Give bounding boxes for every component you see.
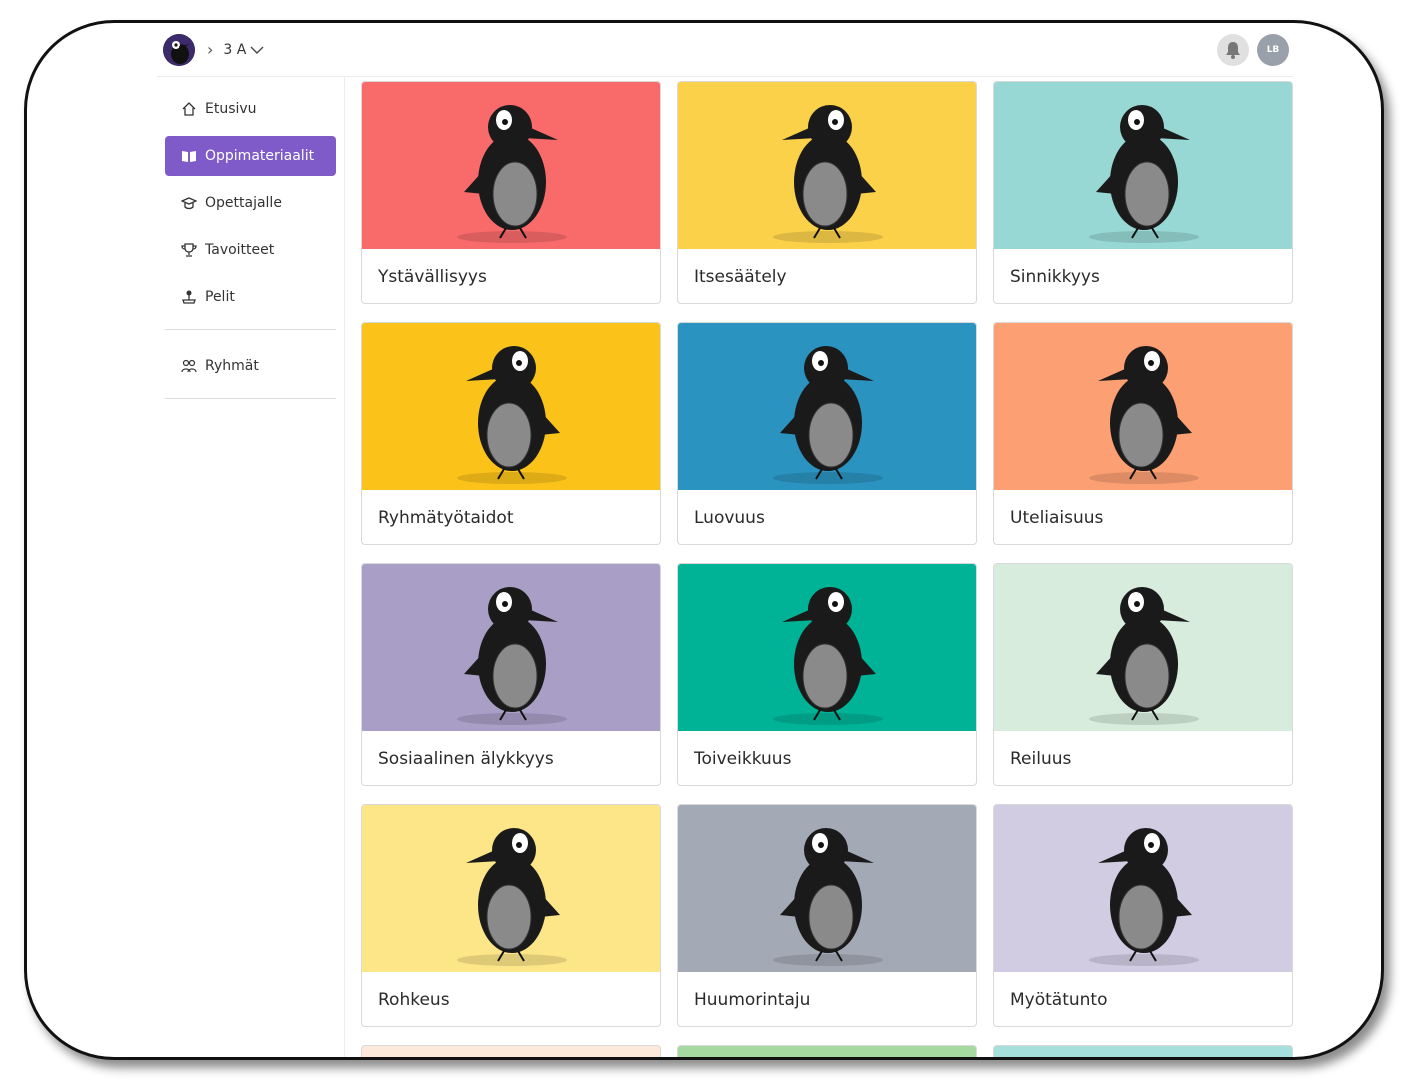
sidebar-item-pelit[interactable]: Pelit (165, 277, 336, 317)
sidebar: Etusivu Oppimateriaalit Opettajalle Tavo… (157, 77, 345, 1057)
card-title: Myötätunto (1010, 990, 1108, 1010)
sidebar-nav: Etusivu Oppimateriaalit Opettajalle Tavo… (157, 77, 344, 317)
sidebar-groups: Ryhmät (157, 346, 344, 386)
material-card[interactable]: Huumorintaju (677, 804, 977, 1027)
app-window: › 3 A LB Etusivu Oppimateriaalit Opettaj (24, 20, 1384, 1060)
card-illustration (678, 805, 976, 972)
material-card[interactable]: Luovuus (677, 322, 977, 545)
sidebar-item-ryhmat[interactable]: Ryhmät (165, 346, 336, 386)
breadcrumb-separator: › (207, 40, 214, 59)
card-title: Huumorintaju (694, 990, 811, 1010)
material-card[interactable]: Uteliaisuus (993, 322, 1293, 545)
notifications-button[interactable] (1217, 33, 1249, 66)
material-card[interactable]: Reiluus (993, 563, 1293, 786)
card-illustration (362, 564, 660, 731)
card-title: Uteliaisuus (1010, 508, 1104, 528)
crow-illustration (1089, 346, 1199, 484)
group-label: 3 A (223, 41, 247, 58)
card-illustration (994, 805, 1292, 972)
card-illustration (362, 805, 660, 972)
card-illustration (994, 82, 1292, 249)
crow-illustration (457, 346, 567, 484)
crow-illustration (457, 105, 567, 243)
card-title: Ystävällisyys (378, 267, 487, 287)
card-title: Itsesäätely (694, 267, 787, 287)
material-card-partial[interactable] (993, 1045, 1293, 1057)
card-illustration (362, 82, 660, 249)
card-title: Toiveikkuus (694, 749, 792, 769)
card-title: Sosiaalinen älykkyys (378, 749, 554, 769)
sidebar-item-label: Etusivu (205, 101, 257, 117)
material-card[interactable]: Toiveikkuus (677, 563, 977, 786)
card-illustration (678, 323, 976, 490)
sidebar-item-etusivu[interactable]: Etusivu (165, 89, 336, 129)
crow-illustration (773, 105, 883, 243)
crow-illustration (1089, 828, 1199, 966)
crow-illustration (1089, 587, 1199, 725)
home-icon (182, 102, 196, 116)
crow-illustration (773, 346, 883, 484)
card-title: Ryhmätyötaidot (378, 508, 514, 528)
material-card-partial[interactable] (677, 1045, 977, 1057)
sidebar-divider (165, 398, 336, 399)
material-card-partial[interactable] (361, 1045, 661, 1057)
graduation-cap-icon (181, 197, 197, 210)
material-card[interactable]: Rohkeus (361, 804, 661, 1027)
card-title: Sinnikkyys (1010, 267, 1100, 287)
bell-icon (1226, 41, 1240, 59)
app-logo[interactable] (163, 33, 195, 66)
sidebar-item-label: Ryhmät (205, 358, 259, 374)
book-icon (182, 151, 196, 162)
card-illustration (994, 564, 1292, 731)
top-right-actions: LB (1217, 33, 1289, 66)
sidebar-item-label: Tavoitteet (205, 242, 275, 258)
crow-illustration (457, 587, 567, 725)
material-card[interactable]: Itsesäätely (677, 81, 977, 304)
crow-illustration (773, 587, 883, 725)
card-illustration (678, 82, 976, 249)
material-card[interactable]: Ystävällisyys (361, 81, 661, 304)
sidebar-item-oppimateriaalit[interactable]: Oppimateriaalit (165, 136, 336, 176)
sidebar-divider (165, 329, 336, 330)
top-bar: › 3 A LB (157, 23, 1293, 77)
material-card[interactable]: Sosiaalinen älykkyys (361, 563, 661, 786)
card-illustration (678, 564, 976, 731)
users-icon (181, 359, 197, 373)
card-illustration (362, 323, 660, 490)
user-avatar[interactable]: LB (1257, 33, 1289, 66)
material-card[interactable]: Ryhmätyötaidot (361, 322, 661, 545)
group-selector[interactable]: 3 A (223, 42, 264, 58)
card-illustration (994, 323, 1292, 490)
material-card[interactable]: Myötätunto (993, 804, 1293, 1027)
trophy-icon (181, 243, 197, 257)
joystick-icon (182, 290, 196, 304)
sidebar-item-label: Opettajalle (205, 195, 282, 211)
material-card[interactable]: Sinnikkyys (993, 81, 1293, 304)
materials-grid: Ystävällisyys Itsesäätely Sinnikkyys Ryh… (361, 81, 1293, 1057)
sidebar-item-label: Oppimateriaalit (205, 148, 315, 164)
sidebar-item-tavoitteet[interactable]: Tavoitteet (165, 230, 336, 270)
sidebar-item-label: Pelit (205, 289, 235, 305)
crow-illustration (457, 828, 567, 966)
chevron-down-icon (250, 46, 264, 54)
sidebar-item-opettajalle[interactable]: Opettajalle (165, 183, 336, 223)
crow-illustration (1089, 105, 1199, 243)
card-title: Reiluus (1010, 749, 1072, 769)
card-title: Luovuus (694, 508, 765, 528)
card-title: Rohkeus (378, 990, 450, 1010)
crow-illustration (773, 828, 883, 966)
